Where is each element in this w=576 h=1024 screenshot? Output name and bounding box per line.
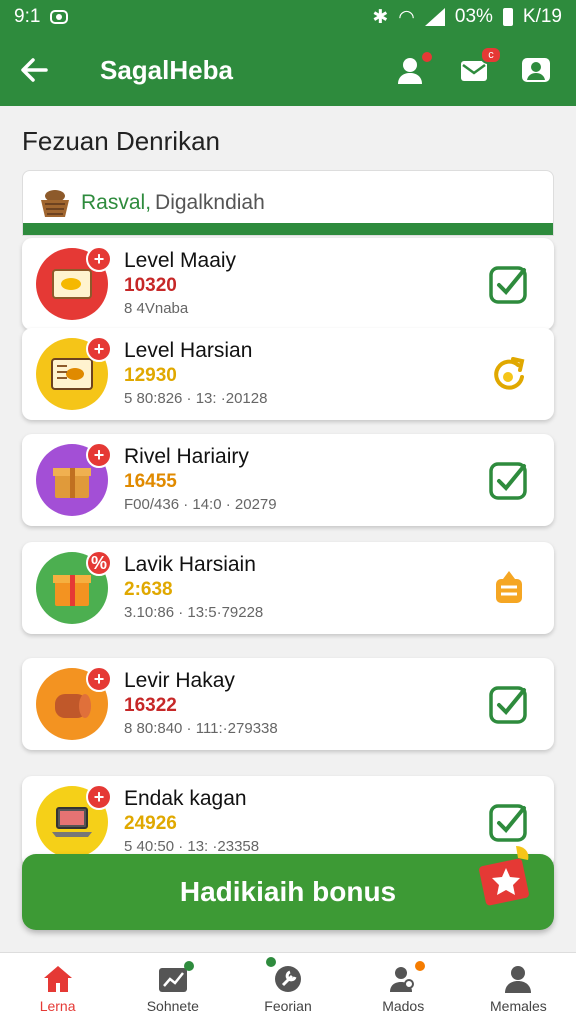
nav-item-label: Feorian: [264, 997, 312, 1014]
bonus-button[interactable]: Hadikiaih bonus: [22, 846, 554, 930]
item-meta: F00/436 · 14:0 · 20279: [124, 496, 277, 513]
status-date: K/19: [522, 6, 562, 27]
add-badge-icon: +: [86, 442, 112, 468]
battery-percent: 03%: [454, 6, 493, 27]
add-badge-icon: +: [86, 784, 112, 810]
item-meta: 5 80:826 · 13: ·20128: [124, 390, 268, 407]
arrow-left-icon: [21, 58, 48, 82]
person-icon: [505, 965, 532, 993]
nav-item-label: Mados: [382, 997, 425, 1014]
item-points: 2:638: [124, 579, 173, 600]
list-item[interactable]: + Level Maaiy 10320 8 4Vnaba: [22, 238, 554, 330]
basket-icon: [41, 190, 69, 217]
barrel-icon: [55, 694, 91, 718]
check-icon: [489, 462, 527, 500]
item-points: 16322: [124, 695, 177, 716]
bonus-button-label: Hadikiaih bonus: [179, 876, 397, 907]
notification-app-icon: [50, 10, 69, 24]
item-title: Levir Hakay: [124, 669, 235, 692]
gift-box-icon: [53, 468, 91, 498]
list-item[interactable]: + Level Harsian 12930 5 80:826 · 13: ·20…: [22, 328, 554, 420]
notifications-button[interactable]: [394, 50, 434, 88]
profile-icon: [522, 58, 550, 82]
summary-subtitle: Digalkndiah: [155, 191, 265, 214]
item-meta: 8 80:840 · 111:·279338: [124, 720, 278, 737]
messages-button[interactable]: c: [456, 46, 502, 88]
item-meta: 3.10:86 · 13:5·79228: [124, 604, 264, 621]
item-title: Level Maaiy: [124, 249, 237, 272]
nav-item-label: Lerna: [39, 997, 76, 1014]
home-icon: [43, 965, 72, 992]
item-thumbnail: +: [36, 246, 112, 320]
status-bar: 9:1 ✱ ◠ 03% K/19: [0, 0, 576, 34]
add-badge-icon: +: [86, 336, 112, 362]
item-thumbnail: +: [36, 784, 112, 858]
wrench-icon: [275, 965, 301, 992]
list-item[interactable]: + Rivel Hariairy 16455 F00/436 · 14:0 · …: [22, 434, 554, 526]
item-thumbnail: %: [36, 550, 112, 624]
summary-card[interactable]: Rasval, Digalkndiah: [22, 170, 554, 236]
item-title: Level Harsian: [124, 339, 253, 362]
nav-item-label: Sohnete: [146, 997, 199, 1014]
nav-item-tools[interactable]: Feorian: [230, 953, 345, 1024]
item-status-button[interactable]: [488, 801, 530, 843]
item-status-button[interactable]: [488, 353, 530, 395]
item-points: 24926: [124, 813, 177, 834]
back-button[interactable]: [0, 34, 68, 106]
refresh-arrow-icon: [494, 357, 525, 390]
item-title: Endak kagan: [124, 787, 247, 810]
item-points: 10320: [124, 275, 177, 296]
item-thumbnail: +: [36, 336, 112, 410]
section-title: Fezuan Denrikan: [22, 126, 220, 156]
add-badge-icon: +: [86, 246, 112, 272]
nav-item-profile[interactable]: Memales: [461, 953, 576, 1024]
item-status-button[interactable]: [488, 567, 530, 609]
bluetooth-icon: ✱: [372, 6, 389, 28]
gift-box-icon: [53, 575, 91, 606]
nav-notification-dot: [414, 961, 425, 971]
people-icon: [390, 966, 415, 992]
status-time: 9:1: [14, 6, 41, 27]
list-item[interactable]: + Levir Hakay 16322 8 80:840 · 111:·2793…: [22, 658, 554, 750]
profile-button[interactable]: [518, 52, 554, 88]
nav-item-stats[interactable]: Sohnete: [115, 953, 230, 1024]
add-badge-icon: %: [86, 550, 112, 576]
bottom-nav: Lerna Sohnete Feorian Mados Memales: [0, 952, 576, 1024]
item-title: Lavik Harsiain: [124, 553, 256, 576]
nav-item-people[interactable]: Mados: [346, 953, 461, 1024]
wifi-icon: ◠: [398, 6, 415, 28]
laptop-icon: [52, 807, 92, 837]
check-icon: [489, 266, 527, 304]
list-item[interactable]: % Lavik Harsiain 2:638 3.10:86 · 13:5·79…: [22, 542, 554, 634]
item-status-button[interactable]: [488, 459, 530, 501]
summary-name: Rasval,: [81, 191, 152, 214]
nav-item-label: Memales: [490, 997, 547, 1014]
battery-icon: [502, 8, 513, 26]
check-icon: [489, 804, 527, 842]
gold-book-icon: [51, 358, 93, 390]
app-bar: SagalHeba c: [0, 34, 576, 106]
gold-book-icon: [52, 269, 92, 299]
item-thumbnail: +: [36, 666, 112, 740]
add-badge-icon: +: [86, 666, 112, 692]
item-status-button[interactable]: [488, 263, 530, 305]
nav-item-home[interactable]: Lerna: [0, 953, 115, 1024]
messages-badge: c: [480, 46, 502, 64]
item-thumbnail: +: [36, 442, 112, 516]
item-points: 16455: [124, 471, 177, 492]
nav-notification-dot: [184, 961, 195, 971]
stack-icon: [496, 571, 522, 603]
page-title: SagalHeba: [100, 54, 233, 85]
item-title: Rivel Hariairy: [124, 445, 249, 468]
notification-dot: [420, 50, 434, 64]
gift-star-icon: [479, 846, 529, 906]
item-points: 12930: [124, 365, 177, 386]
item-status-button[interactable]: [488, 683, 530, 725]
check-icon: [489, 686, 527, 724]
signal-icon: [424, 8, 445, 26]
item-meta: 8 4Vnaba: [124, 300, 189, 317]
